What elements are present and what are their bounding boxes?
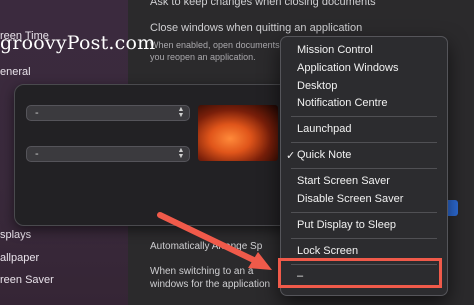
annotation-arrow-icon bbox=[157, 212, 272, 270]
